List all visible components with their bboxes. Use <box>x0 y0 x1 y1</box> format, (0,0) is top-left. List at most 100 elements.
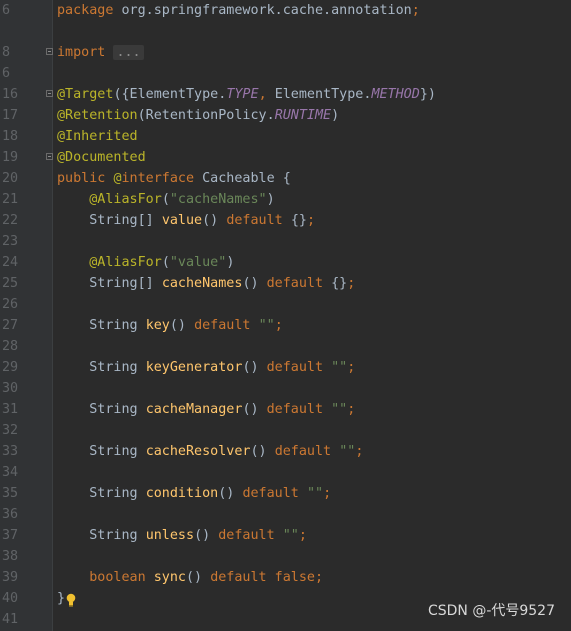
code-line[interactable]: 37 String unless() default ""; <box>0 525 571 546</box>
code-line[interactable]: 38 <box>0 546 571 567</box>
code-line[interactable]: 6 package org.springframework.cache.annot… <box>0 0 571 21</box>
folded-imports-chip[interactable]: ... <box>113 45 144 60</box>
fold-toggle-icon[interactable] <box>46 48 53 55</box>
code-token: () <box>250 444 275 459</box>
code-token: @AliasFor <box>89 255 162 270</box>
code-token: ; <box>355 444 364 459</box>
code-token: @Retention <box>57 108 138 123</box>
code-token: () <box>242 360 267 375</box>
code-token: () <box>242 402 267 417</box>
lightbulb-icon[interactable] <box>66 593 76 607</box>
code-line[interactable]: 29 String keyGenerator() default ""; <box>0 357 571 378</box>
line-number: 41 <box>2 612 19 627</box>
fold-toggle-icon[interactable] <box>46 153 53 160</box>
code-token: import <box>57 45 114 60</box>
code-text: import ... <box>57 42 144 63</box>
code-token: cacheManager <box>145 402 243 417</box>
code-token: @ <box>113 171 122 186</box>
code-token: ; <box>323 486 332 501</box>
code-line[interactable]: 36 <box>0 504 571 525</box>
line-number: 16 <box>2 87 19 102</box>
code-token: value <box>161 213 203 228</box>
code-token: default <box>218 528 283 543</box>
code-token: default <box>242 486 307 501</box>
code-line[interactable]: 33 String cacheResolver() default ""; <box>0 441 571 462</box>
code-line[interactable]: 31 String cacheManager() default ""; <box>0 399 571 420</box>
code-token: interface <box>121 171 203 186</box>
code-token: () <box>186 570 211 585</box>
code-token: sync <box>153 570 186 585</box>
code-token: "cacheNames" <box>169 192 267 207</box>
code-token: String <box>57 360 146 375</box>
code-line[interactable]: 16 @Target({ElementType.TYPE, ElementType… <box>0 84 571 105</box>
code-token: default <box>274 444 340 459</box>
line-number: 17 <box>2 108 19 123</box>
line-number: 29 <box>2 360 19 375</box>
code-line[interactable]: 27 String key() default ""; <box>0 315 571 336</box>
code-text: @AliasFor("value") <box>57 252 234 273</box>
code-token: package <box>57 3 122 18</box>
code-token: condition <box>145 486 219 501</box>
code-line[interactable]: 19 @Documented <box>0 147 571 168</box>
code-token: ) <box>331 108 340 123</box>
line-number: 31 <box>2 402 19 417</box>
code-line[interactable]: 28 <box>0 336 571 357</box>
code-token: TYPE <box>226 87 259 102</box>
code-line[interactable]: 24 @AliasFor("value") <box>0 252 571 273</box>
code-token: Cacheable { <box>202 171 291 186</box>
code-text: String cacheResolver() default ""; <box>57 441 363 462</box>
code-text: String cacheManager() default ""; <box>57 399 355 420</box>
code-line[interactable]: 35 String condition() default ""; <box>0 483 571 504</box>
code-token: ; <box>306 213 315 228</box>
code-token: () <box>194 528 219 543</box>
code-line[interactable]: 20 public @interface Cacheable { <box>0 168 571 189</box>
code-text: boolean sync() default false; <box>57 567 323 588</box>
line-number: 6 <box>2 3 11 18</box>
code-text: @Retention(RetentionPolicy.RUNTIME) <box>57 105 339 126</box>
code-text: } <box>57 588 65 609</box>
code-token: ; <box>347 360 356 375</box>
code-token: default <box>266 402 332 417</box>
code-line[interactable]: 6 <box>0 63 571 84</box>
code-token: public <box>57 171 114 186</box>
code-token: String <box>57 528 146 543</box>
code-token: ; <box>411 3 420 18</box>
code-line[interactable]: 8 import ... <box>0 42 571 63</box>
code-line[interactable]: 21 @AliasFor("cacheNames") <box>0 189 571 210</box>
code-token: ; <box>274 318 283 333</box>
fold-toggle-icon[interactable] <box>46 90 53 97</box>
line-number: 37 <box>2 528 19 543</box>
code-line[interactable]: 26 <box>0 294 571 315</box>
code-line[interactable]: 22 String[] value() default {}; <box>0 210 571 231</box>
code-token: default <box>266 276 332 291</box>
code-token: () <box>202 213 227 228</box>
code-token: "" <box>306 486 324 501</box>
code-line[interactable]: 18 @Inherited <box>0 126 571 147</box>
line-number: 20 <box>2 171 19 186</box>
line-number: 39 <box>2 570 19 585</box>
code-token: () <box>218 486 243 501</box>
code-token: default <box>194 318 259 333</box>
line-number: 35 <box>2 486 19 501</box>
code-line[interactable]: 32 <box>0 420 571 441</box>
code-token: "" <box>331 360 348 375</box>
code-line[interactable]: 34 <box>0 462 571 483</box>
line-number: 22 <box>2 213 19 228</box>
line-number: 33 <box>2 444 19 459</box>
code-token: ( <box>161 192 170 207</box>
code-line[interactable]: 25 String[] cacheNames() default {}; <box>0 273 571 294</box>
line-number: 27 <box>2 318 19 333</box>
code-token: () <box>242 276 267 291</box>
code-line[interactable]: 30 <box>0 378 571 399</box>
code-line[interactable]: 39 boolean sync() default false; <box>0 567 571 588</box>
code-line[interactable]: 17 @Retention(RetentionPolicy.RUNTIME) <box>0 105 571 126</box>
code-token: () <box>169 318 195 333</box>
line-number: 38 <box>2 549 19 564</box>
code-token: String <box>57 444 146 459</box>
code-token: ) <box>266 192 275 207</box>
code-token: } <box>57 591 66 606</box>
code-line[interactable]: 23 <box>0 231 571 252</box>
line-number: 28 <box>2 339 19 354</box>
code-token: , <box>258 87 275 102</box>
code-token: org.springframework.cache.annotation <box>121 3 412 18</box>
